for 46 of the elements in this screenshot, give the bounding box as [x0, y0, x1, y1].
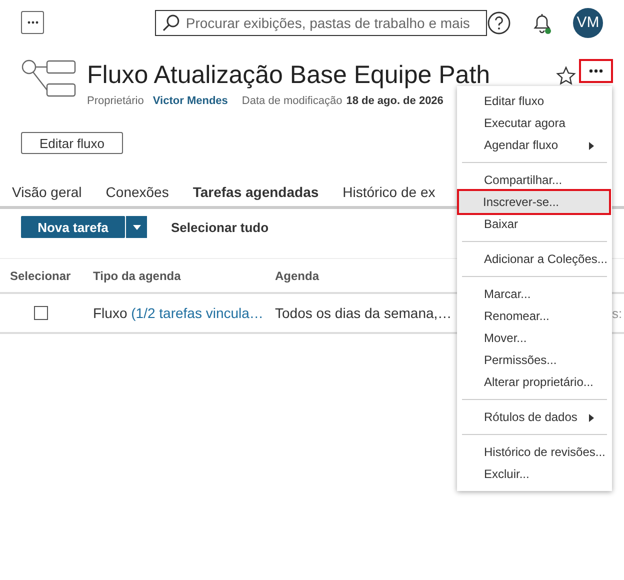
menu-item[interactable]: Inscrever-se... [459, 191, 609, 213]
menu-item[interactable]: Compartilhar... [457, 169, 612, 191]
menu-item[interactable]: Permissões... [457, 349, 612, 371]
menu-item[interactable]: Adicionar a Coleções... [457, 248, 612, 270]
menu-item[interactable]: Histórico de revisões... [457, 441, 612, 463]
flow-title: Fluxo Atualização Base Equipe Path [87, 60, 490, 91]
ellipsis-icon [26, 21, 38, 24]
help-icon[interactable] [487, 10, 511, 34]
menu-item[interactable]: Executar agora [457, 112, 612, 134]
tab[interactable]: Tarefas agendadas [180, 181, 331, 206]
row-checkbox[interactable] [34, 306, 48, 320]
user-avatar[interactable]: VM [573, 8, 603, 38]
column-header: Tipo da agenda [92, 268, 181, 282]
modified-date: 18 de ago. de 2026 [346, 95, 444, 107]
new-task-button[interactable]: Nova tarefa [21, 216, 125, 238]
search-field[interactable]: Procurar exibições, pastas de trabalho e mais [155, 10, 487, 36]
menu-item[interactable]: Mover... [457, 327, 612, 349]
column-header: Agenda [274, 268, 320, 282]
modified-label: Data de modificação [242, 95, 342, 107]
select-all-link[interactable]: Selecionar tudo [171, 220, 269, 234]
menu-item[interactable]: Marcar... [457, 283, 612, 305]
owner-label: Proprietário [87, 95, 144, 107]
more-menu-button[interactable] [21, 11, 44, 34]
owner-link[interactable]: Victor Mendes [152, 95, 228, 107]
menu-item[interactable]: Baixar [457, 213, 612, 235]
schedule-cell-text: Todos os dias da semana,… [274, 305, 452, 321]
search-icon [162, 14, 180, 32]
tab[interactable]: Conexões [94, 181, 181, 206]
table-cell: s: [612, 306, 622, 320]
menu-item[interactable]: Excluir... [457, 463, 612, 485]
edit-flow-button[interactable]: Editar fluxo [21, 132, 123, 154]
menu-item[interactable]: Rótulos de dados [457, 406, 612, 428]
linked-tasks-link[interactable]: (1/2 tarefas vincula… [131, 305, 264, 321]
column-header: Selecionar [9, 268, 71, 282]
tab[interactable]: Histórico de ex [330, 181, 448, 206]
more-actions-button[interactable] [579, 59, 613, 83]
menu-item[interactable]: Agendar fluxo [457, 134, 612, 156]
tab[interactable]: Visão geral [0, 181, 94, 206]
dropdown-caret-button[interactable] [126, 216, 147, 238]
caret-icon [132, 224, 140, 230]
schedule-type: Fluxo [93, 305, 128, 321]
ellipsis-icon [589, 69, 603, 73]
menu-item[interactable]: Renomear... [457, 305, 612, 327]
star-icon[interactable] [556, 66, 576, 85]
menu-item[interactable]: Alterar proprietário... [457, 371, 612, 393]
menu-item[interactable]: Editar fluxo [457, 90, 612, 112]
